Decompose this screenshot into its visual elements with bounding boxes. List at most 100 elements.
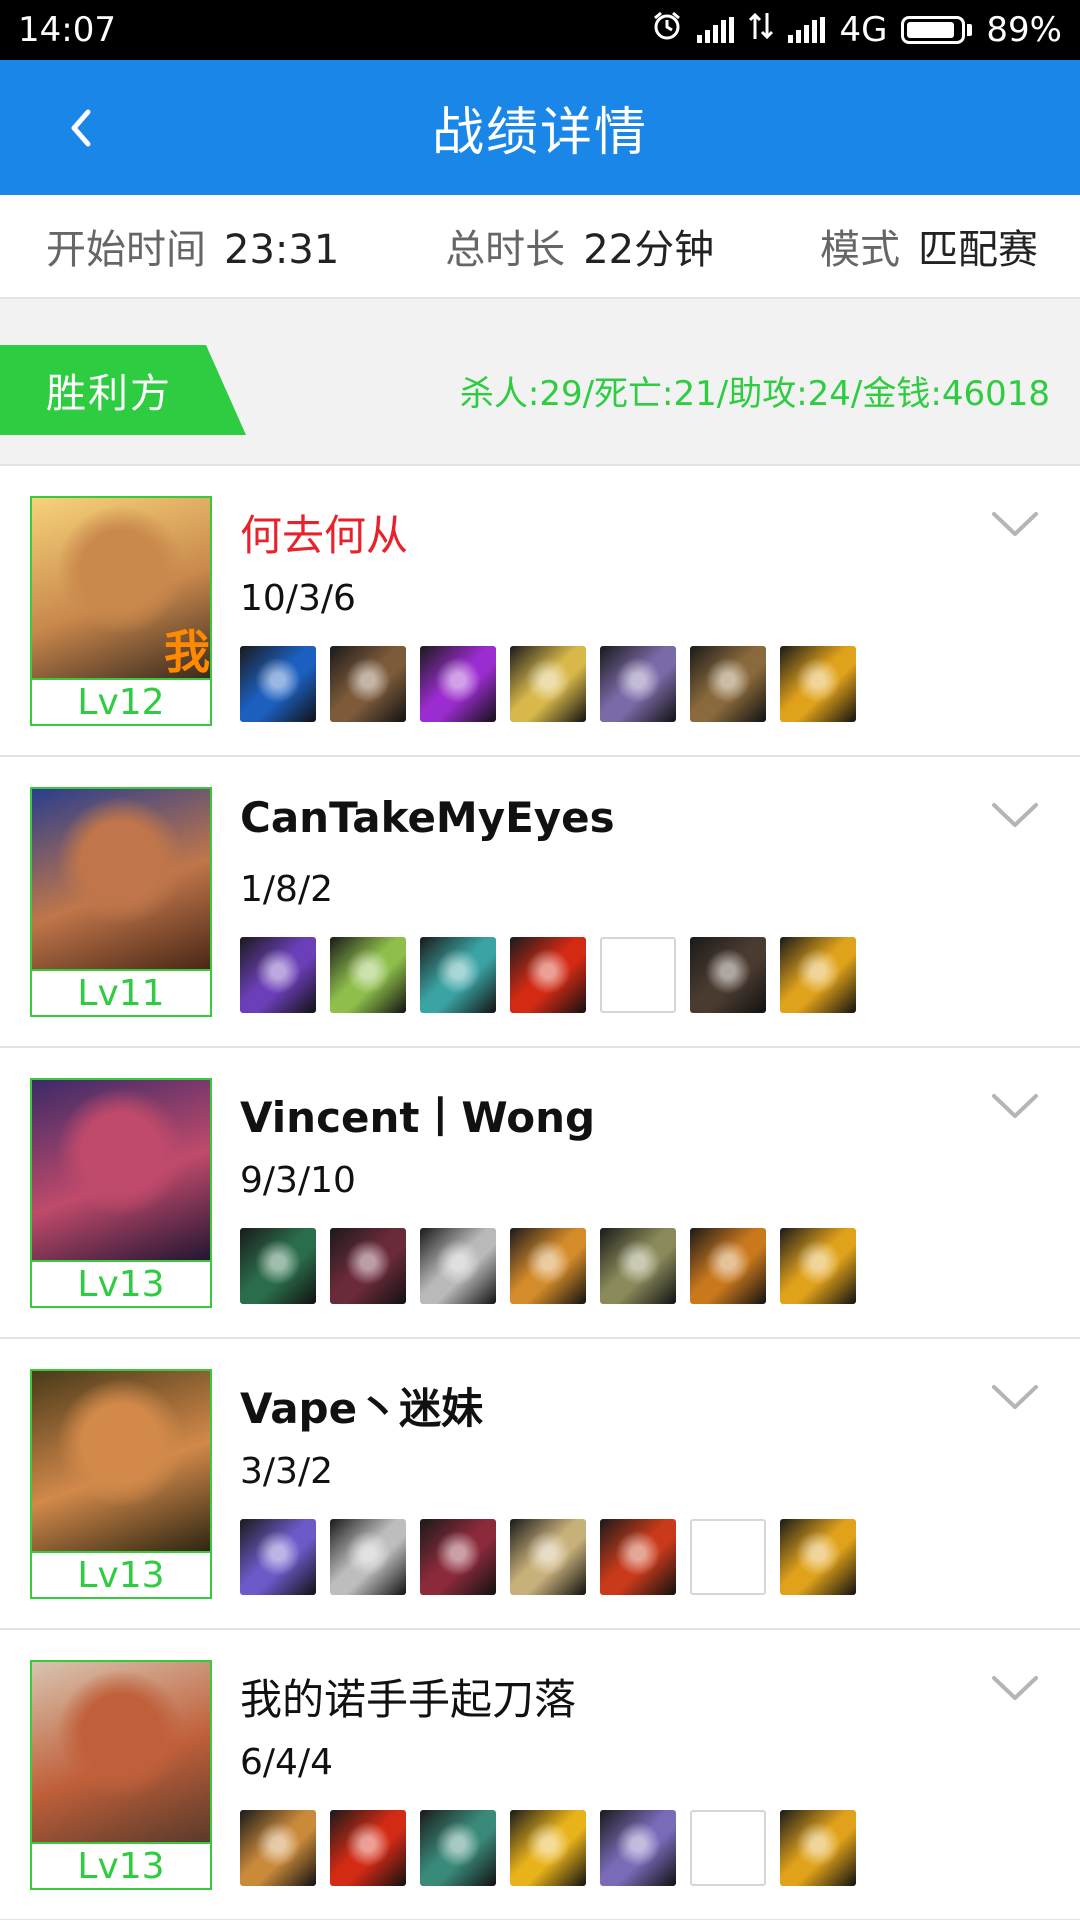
chevron-down-icon[interactable] <box>990 1670 1040 1706</box>
item-icon[interactable] <box>420 1810 496 1886</box>
duration-value: 22分钟 <box>583 227 715 273</box>
item-icon[interactable] <box>690 646 766 722</box>
hero-portrait <box>32 1662 210 1842</box>
hero-portrait <box>32 1080 210 1260</box>
item-icon[interactable] <box>330 1810 406 1886</box>
player-row[interactable]: Lv11 CanTakeMyEyes 1/8/2 <box>0 757 1080 1048</box>
duration: 总时长 22分钟 <box>445 217 714 275</box>
mode-label: 模式 <box>820 227 900 273</box>
player-name: 我的诺手手起刀落 <box>240 1675 577 1724</box>
player-kda: 10/3/6 <box>240 578 356 619</box>
hero-avatar: Lv11 <box>30 787 212 1017</box>
hero-portrait <box>32 789 210 969</box>
player-kda: 1/8/2 <box>240 869 333 910</box>
item-icon[interactable] <box>240 1228 316 1304</box>
mode-value: 匹配赛 <box>918 227 1038 273</box>
item-slot-empty <box>600 937 676 1013</box>
item-list <box>240 1519 856 1595</box>
item-slot-empty <box>690 1519 766 1595</box>
item-slot-empty <box>690 1810 766 1886</box>
duration-label: 总时长 <box>445 227 566 273</box>
item-icon[interactable] <box>420 1519 496 1595</box>
item-icon[interactable] <box>420 1228 496 1304</box>
item-icon[interactable] <box>240 1810 316 1886</box>
player-row[interactable]: Lv13 Vincent丨Wong 9/3/10 <box>0 1048 1080 1339</box>
player-row[interactable]: Lv13 Vape丶迷妹 3/3/2 <box>0 1339 1080 1630</box>
item-icon[interactable] <box>780 1519 856 1595</box>
start-time-value: 23:31 <box>224 227 340 273</box>
match-info-bar: 开始时间 23:31 总时长 22分钟 模式 匹配赛 <box>0 195 1080 299</box>
network-type: 4G <box>839 10 888 50</box>
player-row[interactable]: 我 Lv12 何去何从 10/3/6 <box>0 466 1080 757</box>
item-list <box>240 646 856 722</box>
player-list: 我 Lv12 何去何从 10/3/6 Lv11 CanTakeMyEyes 1/… <box>0 466 1080 1920</box>
player-name: Vincent丨Wong <box>240 1093 596 1142</box>
hero-avatar: Lv13 <box>30 1078 212 1308</box>
chevron-down-icon[interactable] <box>990 1379 1040 1415</box>
item-icon[interactable] <box>510 1810 586 1886</box>
item-icon[interactable] <box>690 1228 766 1304</box>
status-bar: 14:07 4G 89% <box>0 0 1080 60</box>
chevron-down-icon[interactable] <box>990 1088 1040 1124</box>
player-name: CanTakeMyEyes <box>240 793 615 842</box>
hero-avatar: 我 Lv12 <box>30 496 212 726</box>
item-icon[interactable] <box>510 937 586 1013</box>
item-icon[interactable] <box>420 937 496 1013</box>
status-time: 14:07 <box>18 10 116 50</box>
item-icon[interactable] <box>780 646 856 722</box>
item-icon[interactable] <box>600 1228 676 1304</box>
start-time: 开始时间 23:31 <box>46 217 339 275</box>
chevron-down-icon[interactable] <box>990 797 1040 833</box>
signal-icon-2 <box>788 17 826 43</box>
item-icon[interactable] <box>240 937 316 1013</box>
item-icon[interactable] <box>510 1228 586 1304</box>
player-kda: 3/3/2 <box>240 1451 333 1492</box>
item-icon[interactable] <box>330 937 406 1013</box>
app-bar: 战绩详情 <box>0 60 1080 195</box>
team-stats: 杀人:29/死亡:21/助攻:24/金钱:46018 <box>459 373 1050 414</box>
chevron-down-icon[interactable] <box>990 506 1040 542</box>
player-row[interactable]: Lv13 我的诺手手起刀落 6/4/4 <box>0 1630 1080 1920</box>
hero-level: Lv13 <box>32 1842 210 1888</box>
item-list <box>240 1228 856 1304</box>
item-icon[interactable] <box>420 646 496 722</box>
hero-avatar: Lv13 <box>30 1660 212 1890</box>
item-icon[interactable] <box>780 1228 856 1304</box>
item-icon[interactable] <box>330 1519 406 1595</box>
item-list <box>240 937 856 1013</box>
back-button[interactable] <box>50 98 110 158</box>
hero-level: Lv12 <box>32 678 210 724</box>
item-icon[interactable] <box>780 1810 856 1886</box>
item-icon[interactable] <box>510 1519 586 1595</box>
chevron-left-icon <box>71 109 91 147</box>
hero-portrait <box>32 1371 210 1551</box>
team-result-tag: 胜利方 <box>0 345 246 435</box>
player-name: 何去何从 <box>240 511 409 560</box>
player-name: Vape丶迷妹 <box>240 1384 484 1433</box>
item-icon[interactable] <box>780 937 856 1013</box>
item-icon[interactable] <box>330 646 406 722</box>
player-kda: 9/3/10 <box>240 1160 356 1201</box>
item-icon[interactable] <box>600 646 676 722</box>
item-icon[interactable] <box>330 1228 406 1304</box>
item-icon[interactable] <box>510 646 586 722</box>
item-icon[interactable] <box>600 1810 676 1886</box>
start-time-label: 开始时间 <box>46 227 206 273</box>
player-kda: 6/4/4 <box>240 1742 333 1783</box>
alarm-icon <box>651 10 683 51</box>
item-icon[interactable] <box>240 1519 316 1595</box>
signal-icon <box>697 17 735 43</box>
battery-percent: 89% <box>986 10 1062 50</box>
battery-icon <box>901 16 973 44</box>
hero-level: Lv13 <box>32 1551 210 1597</box>
data-transfer-icon <box>748 10 774 50</box>
me-badge: 我 <box>164 625 210 679</box>
hero-avatar: Lv13 <box>30 1369 212 1599</box>
page-title: 战绩详情 <box>431 103 648 163</box>
mode: 模式 匹配赛 <box>820 217 1038 275</box>
item-icon[interactable] <box>600 1519 676 1595</box>
hero-level: Lv13 <box>32 1260 210 1306</box>
item-icon[interactable] <box>240 646 316 722</box>
hero-level: Lv11 <box>32 969 210 1015</box>
item-icon[interactable] <box>690 937 766 1013</box>
